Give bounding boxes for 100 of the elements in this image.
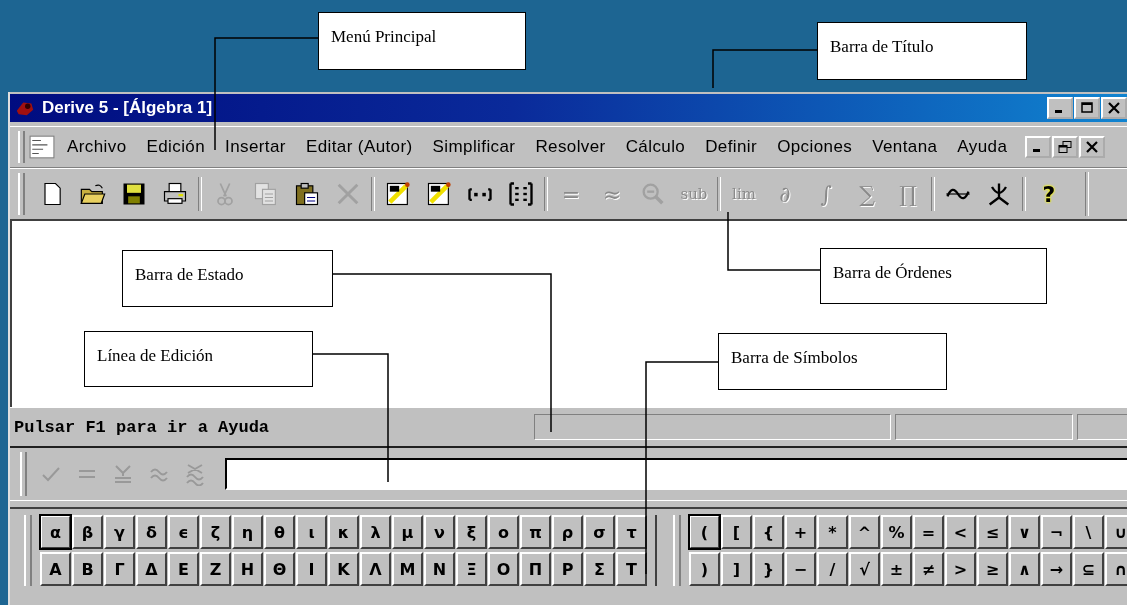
symbol-button[interactable]: κ — [328, 515, 359, 549]
menu-item[interactable]: Resolver — [525, 137, 616, 157]
symbol-button[interactable]: Ξ — [456, 552, 487, 586]
symbol-button[interactable]: Μ — [392, 552, 423, 586]
approx-icon — [183, 462, 207, 486]
minimize-button[interactable] — [1025, 136, 1051, 158]
symbol-button[interactable]: ) — [689, 552, 720, 586]
menu-item[interactable]: Simplificar — [422, 137, 526, 157]
symbol-button[interactable]: ] — [721, 552, 752, 586]
symbol-button[interactable]: Β — [72, 552, 103, 586]
symbol-button[interactable]: Ν — [424, 552, 455, 586]
symbol-button[interactable]: Ρ — [552, 552, 583, 586]
symbol-button[interactable]: ⊆ — [1073, 552, 1104, 586]
symbol-button[interactable]: π — [520, 515, 551, 549]
symbol-button[interactable]: ϵ — [168, 515, 199, 549]
symbol-button[interactable]: ν — [424, 515, 455, 549]
symbol-button[interactable]: σ — [584, 515, 615, 549]
symbol-button[interactable]: Ι — [296, 552, 327, 586]
symbol-button[interactable]: Κ — [328, 552, 359, 586]
symbol-button[interactable]: ι — [296, 515, 327, 549]
document-icon[interactable] — [29, 135, 55, 159]
symbol-button[interactable]: √ — [849, 552, 880, 586]
symbol-button[interactable]: ∨ — [1009, 515, 1040, 549]
symbol-button[interactable]: ≥ — [977, 552, 1008, 586]
symbol-button[interactable]: = — [913, 515, 944, 549]
symbol-button[interactable]: θ — [264, 515, 295, 549]
symbol-button[interactable]: Λ — [360, 552, 391, 586]
status-text: Pulsar F1 para ir a Ayuda — [13, 417, 271, 437]
symbol-button[interactable]: β — [72, 515, 103, 549]
toolbar-grip — [673, 515, 681, 586]
toolbar-button[interactable]: ? — [1034, 179, 1064, 209]
symbol-button[interactable]: α — [40, 515, 71, 549]
callout-label: Barra de Órdenes — [820, 248, 1047, 304]
symbol-button[interactable]: → — [1041, 552, 1072, 586]
menu-item[interactable]: Editar (Autor) — [295, 137, 423, 157]
symbol-button[interactable]: { — [753, 515, 784, 549]
matrix-button[interactable] — [506, 179, 536, 209]
symbol-button[interactable]: Ο — [488, 552, 519, 586]
menu-item[interactable]: Cálculo — [615, 137, 696, 157]
menu-item[interactable]: Insertar — [215, 137, 296, 157]
callout-label: Barra de Símbolos — [718, 333, 947, 390]
symbol-button[interactable]: Δ — [136, 552, 167, 586]
status-panel — [1077, 414, 1127, 440]
symbol-button[interactable]: * — [817, 515, 848, 549]
symbol-button[interactable]: Γ — [104, 552, 135, 586]
menu-item[interactable]: Ayuda — [947, 137, 1018, 157]
symbol-button[interactable]: Σ — [584, 552, 615, 586]
callout-label: Barra de Estado — [122, 250, 333, 307]
symbol-button[interactable]: ξ — [456, 515, 487, 549]
symbol-button[interactable]: Ε — [168, 552, 199, 586]
symbol-button[interactable]: > — [945, 552, 976, 586]
symbol-button[interactable]: δ — [136, 515, 167, 549]
symbol-button[interactable]: ∧ — [1009, 552, 1040, 586]
callout-label: Barra de Título — [817, 22, 1027, 80]
menu-item[interactable]: Ventana — [862, 137, 948, 157]
symbol-button[interactable]: ∪ — [1105, 515, 1127, 549]
symbol-button[interactable]: % — [881, 515, 912, 549]
menu-item[interactable]: Archivo — [57, 137, 137, 157]
symbol-button[interactable]: τ — [616, 515, 647, 549]
symbol-button[interactable]: ± — [881, 552, 912, 586]
symbol-button[interactable]: Ζ — [200, 552, 231, 586]
toolbar-grip — [18, 131, 25, 163]
symbol-button[interactable]: − — [785, 552, 816, 586]
symbol-button[interactable]: ^ — [849, 515, 880, 549]
menu-item[interactable]: Definir — [695, 137, 768, 157]
symbol-button[interactable]: ρ — [552, 515, 583, 549]
symbol-button[interactable]: Α — [40, 552, 71, 586]
symbol-button[interactable]: ( — [689, 515, 720, 549]
symbol-button[interactable]: Π — [520, 552, 551, 586]
symbol-button[interactable]: [ — [721, 515, 752, 549]
symbol-button[interactable]: / — [817, 552, 848, 586]
symbol-button[interactable]: ∩ — [1105, 552, 1127, 586]
close-button[interactable] — [1079, 136, 1105, 158]
symbol-button[interactable]: Η — [232, 552, 263, 586]
symbol-button[interactable]: + — [785, 515, 816, 549]
expression-field[interactable] — [225, 458, 1127, 490]
symbol-button[interactable]: < — [945, 515, 976, 549]
symbol-button[interactable]: Τ — [616, 552, 647, 586]
minimize-button[interactable] — [1047, 97, 1073, 119]
symbol-button[interactable]: ¬ — [1041, 515, 1072, 549]
menu-item[interactable]: Edición — [136, 137, 216, 157]
restore-button[interactable] — [1052, 136, 1078, 158]
symbol-button[interactable]: ≤ — [977, 515, 1008, 549]
symbol-button[interactable]: ≠ — [913, 552, 944, 586]
symbol-button[interactable]: } — [753, 552, 784, 586]
menu-item[interactable]: Opciones — [767, 137, 863, 157]
minimize-icon — [1055, 110, 1062, 113]
symbol-button[interactable]: γ — [104, 515, 135, 549]
symbol-button[interactable]: ζ — [200, 515, 231, 549]
close-icon — [1085, 141, 1099, 153]
symbol-button[interactable]: \ — [1073, 515, 1104, 549]
symbol-button[interactable]: λ — [360, 515, 391, 549]
toolbar-grip — [24, 515, 32, 586]
symbol-button[interactable]: ο — [488, 515, 519, 549]
close-icon — [1107, 102, 1121, 114]
symbol-button[interactable]: Θ — [264, 552, 295, 586]
symbol-button[interactable]: η — [232, 515, 263, 549]
close-button[interactable] — [1101, 97, 1127, 119]
maximize-button[interactable] — [1074, 97, 1100, 119]
symbol-button[interactable]: μ — [392, 515, 423, 549]
